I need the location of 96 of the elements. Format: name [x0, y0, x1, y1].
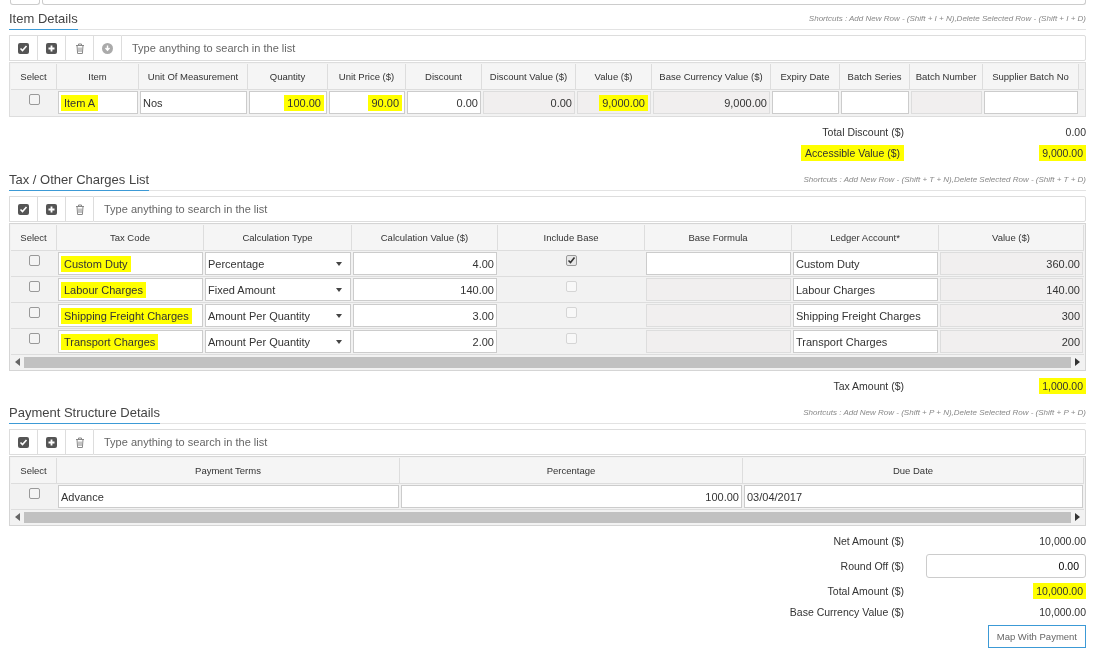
add-row-button[interactable]: [37, 196, 65, 222]
scroll-left-icon[interactable]: [15, 358, 20, 366]
input-field[interactable]: 4.00: [353, 252, 497, 275]
summary-label: Accessible Value ($): [801, 145, 904, 161]
input-field[interactable]: 140.00: [353, 278, 497, 301]
checkbox[interactable]: [28, 94, 40, 105]
map-with-payment-button[interactable]: Map With Payment: [987, 625, 1086, 648]
summary-label: Net Amount ($): [833, 534, 904, 549]
checkbox[interactable]: [28, 488, 40, 499]
input-field[interactable]: Shipping Freight Charges: [58, 304, 203, 327]
section-title: Tax / Other Charges List: [9, 172, 150, 191]
shortcuts-hint: Shortcuts : Add New Row - (Shift + T + N),Delete Selected Row - (Shift + T + D): [803, 175, 1086, 186]
input-field[interactable]: 0.00: [407, 91, 481, 114]
scroll-right-icon[interactable]: [1075, 358, 1080, 366]
scroll-left-icon[interactable]: [15, 513, 20, 521]
readonly-field: 9,000.00: [577, 91, 651, 114]
checkbox[interactable]: [566, 255, 577, 266]
input-field[interactable]: Shipping Freight Charges: [793, 304, 938, 327]
dropdown[interactable]: Fixed Amount: [205, 278, 351, 301]
delete-button[interactable]: [65, 196, 93, 222]
delete-button[interactable]: [65, 35, 93, 61]
round-off-field[interactable]: 0.00: [926, 554, 1086, 578]
horizontal-scrollbar[interactable]: [11, 509, 1084, 524]
input-field[interactable]: 3.00: [353, 304, 497, 327]
shortcuts-hint: Shortcuts : Add New Row - (Shift + P + N),Delete Selected Row - (Shift + P + D): [803, 408, 1086, 419]
trash-icon: [74, 436, 85, 448]
summary-value: 10,000.00: [1039, 534, 1086, 549]
shortcuts-hint: Shortcuts : Add New Row - (Shift + I + N),Delete Selected Row - (Shift + I + D): [808, 14, 1086, 25]
summary-value: 1,000.00: [1039, 378, 1086, 394]
readonly-field: 360.00: [940, 252, 1083, 275]
trash-icon: [74, 203, 85, 215]
dropdown[interactable]: Amount Per Quantity: [205, 304, 351, 327]
input-field[interactable]: Custom Duty: [793, 252, 938, 275]
search-field[interactable]: Type anything to search in the list: [121, 35, 1086, 61]
input-field[interactable]: Nos: [140, 91, 247, 114]
readonly-field: 0.00: [483, 91, 575, 114]
input-field[interactable]: Advance: [58, 485, 399, 508]
dropdown-arrow-icon: [336, 339, 342, 344]
input-field[interactable]: 100.00: [249, 91, 327, 114]
checkbox[interactable]: [28, 307, 40, 318]
checkbox-icon: [18, 42, 29, 54]
add-row-button[interactable]: [37, 429, 65, 455]
readonly-field: 9,000.00: [653, 91, 770, 114]
input-field[interactable]: Item A: [58, 91, 138, 114]
search-field[interactable]: Type anything to search in the list: [93, 429, 1086, 455]
summary-value: 9,000.00: [1039, 145, 1086, 161]
plus-icon: [46, 436, 57, 448]
input-field[interactable]: 100.00: [401, 485, 742, 508]
summary-label: Tax Amount ($): [833, 379, 904, 394]
trash-icon: [74, 42, 85, 54]
summary-label: Base Currency Value ($): [789, 605, 904, 620]
dropdown-arrow-icon: [336, 287, 342, 292]
input-field[interactable]: Transport Charges: [793, 330, 938, 353]
dropdown-arrow-icon: [336, 261, 342, 266]
input-field[interactable]: 03/04/2017: [744, 485, 1083, 508]
delete-button[interactable]: [65, 429, 93, 455]
input-field[interactable]: Labour Charges: [793, 278, 938, 301]
dropdown[interactable]: Percentage: [205, 252, 351, 275]
input-field[interactable]: [772, 91, 839, 114]
select-all-button[interactable]: [9, 35, 37, 61]
checkbox[interactable]: [28, 255, 40, 266]
summary-value: 10,000.00: [1039, 605, 1086, 620]
summary-value: 0.00: [1065, 125, 1086, 140]
input-field[interactable]: [984, 91, 1078, 114]
summary-label: Total Discount ($): [822, 125, 904, 140]
summary-value: 10,000.00: [1033, 583, 1086, 599]
checkbox[interactable]: [28, 281, 40, 292]
checkbox-icon: [18, 436, 29, 448]
input-field[interactable]: 2.00: [353, 330, 497, 353]
down-arrow-icon: [102, 42, 113, 54]
readonly-field: 300: [940, 304, 1083, 327]
select-all-button[interactable]: [9, 429, 37, 455]
checkbox-icon: [18, 203, 29, 215]
section-title: Item Details: [9, 11, 78, 30]
search-field[interactable]: Type anything to search in the list: [93, 196, 1086, 222]
plus-icon: [46, 203, 57, 215]
summary-label: Round Off ($): [840, 559, 904, 574]
input-field[interactable]: Custom Duty: [58, 252, 203, 275]
plus-icon: [46, 42, 57, 54]
input-field[interactable]: [841, 91, 909, 114]
summary-label: Total Amount ($): [827, 584, 904, 599]
horizontal-scrollbar[interactable]: [11, 354, 1084, 369]
input-field[interactable]: Transport Charges: [58, 330, 203, 353]
download-button[interactable]: [93, 35, 121, 61]
readonly-field: 200: [940, 330, 1083, 353]
scroll-right-icon[interactable]: [1075, 513, 1080, 521]
input-field[interactable]: 90.00: [329, 91, 405, 114]
checkbox[interactable]: [28, 333, 40, 344]
input-field[interactable]: Labour Charges: [58, 278, 203, 301]
input-field[interactable]: [646, 252, 791, 275]
dropdown[interactable]: Amount Per Quantity: [205, 330, 351, 353]
select-all-button[interactable]: [9, 196, 37, 222]
readonly-field: 140.00: [940, 278, 1083, 301]
add-row-button[interactable]: [37, 35, 65, 61]
dropdown-arrow-icon: [336, 313, 342, 318]
section-title: Payment Structure Details: [9, 405, 160, 424]
